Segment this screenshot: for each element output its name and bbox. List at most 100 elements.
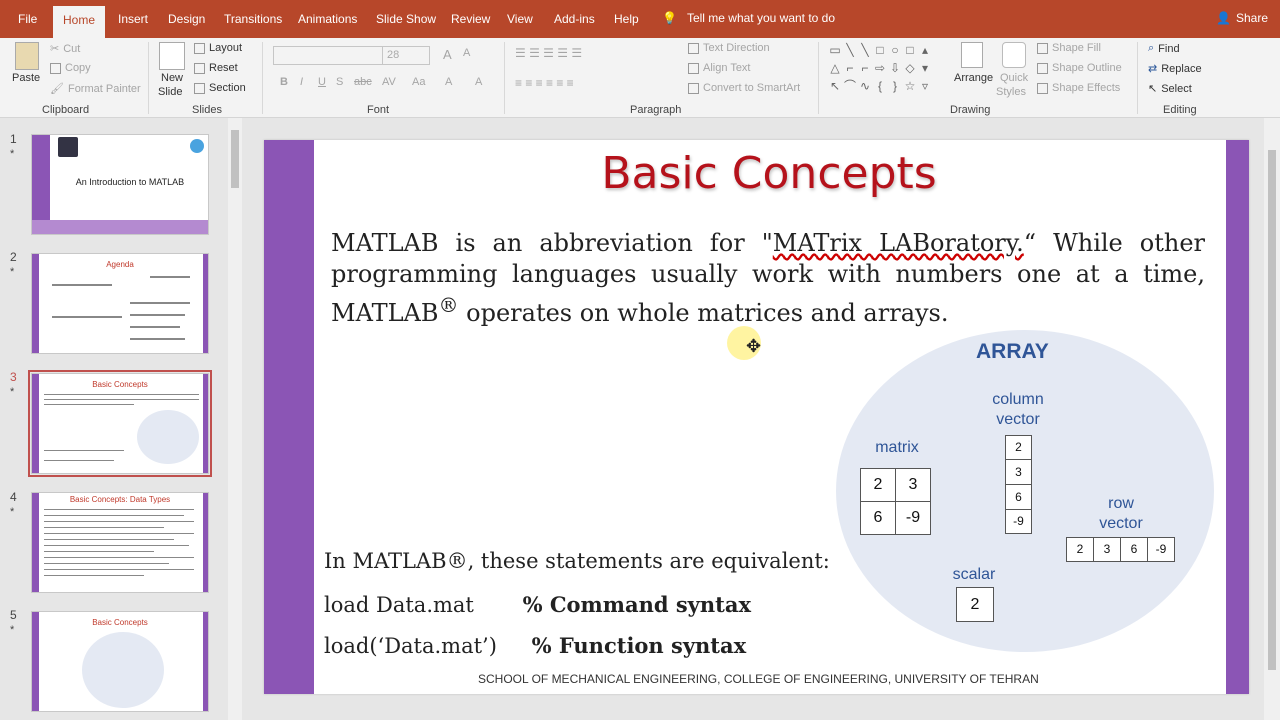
tab-slide-show[interactable]: Slide Show bbox=[376, 12, 436, 26]
shadow-button[interactable]: S bbox=[336, 76, 343, 88]
more-shapes-icon[interactable]: ▴ bbox=[918, 42, 932, 59]
column-vector-cell: 2 bbox=[1005, 435, 1032, 460]
paste-icon[interactable] bbox=[15, 42, 39, 70]
highlight-button[interactable]: A bbox=[445, 76, 452, 88]
thumb-accent-bar bbox=[32, 493, 39, 592]
arrange-button[interactable]: Arrange bbox=[954, 72, 993, 84]
bold-button[interactable]: B bbox=[280, 76, 288, 88]
rect-shape-icon[interactable]: □ bbox=[873, 42, 887, 59]
new-slide-icon[interactable] bbox=[159, 42, 185, 70]
tab-animations[interactable]: Animations bbox=[298, 12, 357, 26]
line-shape-icon[interactable]: ╲ bbox=[843, 42, 857, 59]
font-size-dropdown[interactable]: 28 bbox=[382, 46, 430, 65]
shape-effects-button[interactable]: Shape Effects bbox=[1037, 82, 1120, 94]
slide-canvas[interactable]: Basic Concepts MATLAB is an abbreviation… bbox=[264, 140, 1249, 694]
layout-button[interactable]: Layout bbox=[194, 42, 242, 54]
slide-thumbnail-4[interactable]: Basic Concepts: Data Types bbox=[31, 492, 209, 593]
tab-home[interactable]: Home bbox=[53, 6, 105, 38]
tab-help[interactable]: Help bbox=[614, 12, 639, 26]
shape-fill-button[interactable]: Shape Fill bbox=[1037, 42, 1101, 54]
slide-footer[interactable]: SCHOOL OF MECHANICAL ENGINEERING, COLLEG… bbox=[478, 672, 1039, 686]
curve-shape-icon[interactable]: ⌒ bbox=[843, 78, 857, 95]
function-syntax-line[interactable]: load(‘Data.mat’) % Function syntax bbox=[324, 633, 746, 658]
effects-icon bbox=[1037, 82, 1048, 94]
scrollbar-thumb[interactable] bbox=[1268, 150, 1276, 670]
slide-title[interactable]: Basic Concepts bbox=[514, 148, 1024, 199]
quick-styles-label-2[interactable]: Styles bbox=[996, 86, 1026, 98]
scrollbar-thumb[interactable] bbox=[231, 130, 239, 188]
strikethrough-button[interactable]: abc bbox=[354, 76, 372, 88]
reset-button[interactable]: Reset bbox=[194, 62, 238, 74]
italic-button[interactable]: I bbox=[300, 76, 303, 88]
bullets-icon[interactable]: ☰ ☰ ☰ ☰ ☰ bbox=[515, 46, 582, 60]
rect-shape-icon[interactable]: □ bbox=[903, 42, 917, 59]
thumbnail-scrollbar[interactable] bbox=[228, 118, 242, 720]
change-case-button[interactable]: Aa bbox=[412, 76, 425, 88]
arrange-icon[interactable] bbox=[961, 42, 983, 68]
font-name-dropdown[interactable] bbox=[273, 46, 383, 65]
brace-shape-icon[interactable]: } bbox=[888, 78, 902, 95]
font-shrink-icon[interactable]: A bbox=[463, 47, 470, 59]
arrow-shape-icon[interactable]: ⇨ bbox=[873, 60, 887, 77]
slide-scrollbar[interactable] bbox=[1264, 118, 1280, 720]
tab-review[interactable]: Review bbox=[451, 12, 490, 26]
thumb-number: 4 bbox=[10, 490, 17, 504]
tab-insert[interactable]: Insert bbox=[118, 12, 148, 26]
command-syntax-line[interactable]: load Data.mat % Command syntax bbox=[324, 592, 751, 617]
slide-thumbnail-5[interactable]: Basic Concepts bbox=[31, 611, 209, 712]
more-shapes-icon[interactable]: ▾ bbox=[918, 60, 932, 77]
quick-styles-icon[interactable] bbox=[1002, 42, 1026, 68]
triangle-shape-icon[interactable]: △ bbox=[828, 60, 842, 77]
convert-smartart-button[interactable]: Convert to SmartArt bbox=[688, 82, 800, 94]
textbox-shape-icon[interactable]: ▭ bbox=[828, 42, 842, 59]
curve-shape-icon[interactable]: ∿ bbox=[858, 78, 872, 95]
elbow-shape-icon[interactable]: ⌐ bbox=[843, 60, 857, 77]
share-button[interactable]: 👤 Share bbox=[1216, 11, 1268, 25]
brace-shape-icon[interactable]: { bbox=[873, 78, 887, 95]
slide-body-text[interactable]: MATLAB is an abbreviation for "MATrix LA… bbox=[331, 228, 1205, 329]
slide-thumbnail-1[interactable]: An Introduction to MATLAB bbox=[31, 134, 209, 235]
text-direction-button[interactable]: Text Direction bbox=[688, 42, 770, 54]
section-button[interactable]: Section bbox=[194, 82, 246, 94]
tab-add-ins[interactable]: Add-ins bbox=[554, 12, 595, 26]
curve-shape-icon[interactable]: ↖ bbox=[828, 78, 842, 95]
shapes-gallery[interactable]: ▭ ╲ ╲ □ ○ □ ▴ △ ⌐ ⌐ ⇨ ⇩ ◇ ▾ ↖ ⌒ ∿{} ☆ ▿ bbox=[828, 42, 936, 96]
thumb-footer-bar bbox=[32, 220, 208, 234]
slide-thumbnail-2[interactable]: Agenda bbox=[31, 253, 209, 354]
thumb-title: An Introduction to MATLAB bbox=[75, 177, 185, 187]
oval-shape-icon[interactable]: ○ bbox=[888, 42, 902, 59]
character-spacing-button[interactable]: AV bbox=[382, 76, 396, 88]
elbow-shape-icon[interactable]: ⌐ bbox=[858, 60, 872, 77]
line-shape-icon[interactable]: ╲ bbox=[858, 42, 872, 59]
tab-design[interactable]: Design bbox=[168, 12, 205, 26]
tab-file[interactable]: File bbox=[18, 12, 37, 26]
select-button[interactable]: ↖ Select bbox=[1148, 82, 1192, 96]
statements-intro[interactable]: In MATLAB®, these statements are equival… bbox=[324, 549, 830, 573]
quick-styles-label-1[interactable]: Quick bbox=[1000, 72, 1028, 84]
font-color-button[interactable]: A bbox=[475, 76, 482, 88]
underline-button[interactable]: U bbox=[318, 76, 326, 88]
tell-me-box[interactable]: 💡 Tell me what you want to do bbox=[662, 11, 835, 25]
more-shapes-icon[interactable]: ▿ bbox=[918, 78, 932, 95]
cut-button[interactable]: ✂ Cut bbox=[50, 42, 80, 56]
alignment-icons[interactable]: ≡ ≡ ≡ ≡ ≡ ≡ bbox=[515, 76, 574, 90]
tab-view[interactable]: View bbox=[507, 12, 533, 26]
copy-button[interactable]: Copy bbox=[50, 62, 91, 74]
slide-thumbnail-3[interactable]: Basic Concepts bbox=[28, 370, 212, 477]
paste-button[interactable]: Paste bbox=[12, 72, 40, 84]
star-shape-icon[interactable]: ☆ bbox=[903, 78, 917, 95]
thumb-text-line bbox=[44, 563, 169, 564]
layout-icon bbox=[194, 42, 205, 54]
paint-bucket-icon bbox=[1037, 42, 1048, 54]
new-slide-label-1[interactable]: New bbox=[161, 72, 183, 84]
new-slide-label-2[interactable]: Slide bbox=[158, 86, 182, 98]
format-painter-button[interactable]: 🖌 Format Painter bbox=[50, 82, 141, 96]
font-grow-icon[interactable]: A bbox=[443, 47, 452, 62]
shape-outline-button[interactable]: Shape Outline bbox=[1037, 62, 1122, 74]
tab-transitions[interactable]: Transitions bbox=[224, 12, 282, 26]
arrow-shape-icon[interactable]: ⇩ bbox=[888, 60, 902, 77]
replace-button[interactable]: ⇄ Replace bbox=[1148, 62, 1202, 76]
find-button[interactable]: ⌕ Find bbox=[1148, 42, 1180, 55]
align-text-button[interactable]: Align Text bbox=[688, 62, 751, 74]
shape-icon[interactable]: ◇ bbox=[903, 60, 917, 77]
